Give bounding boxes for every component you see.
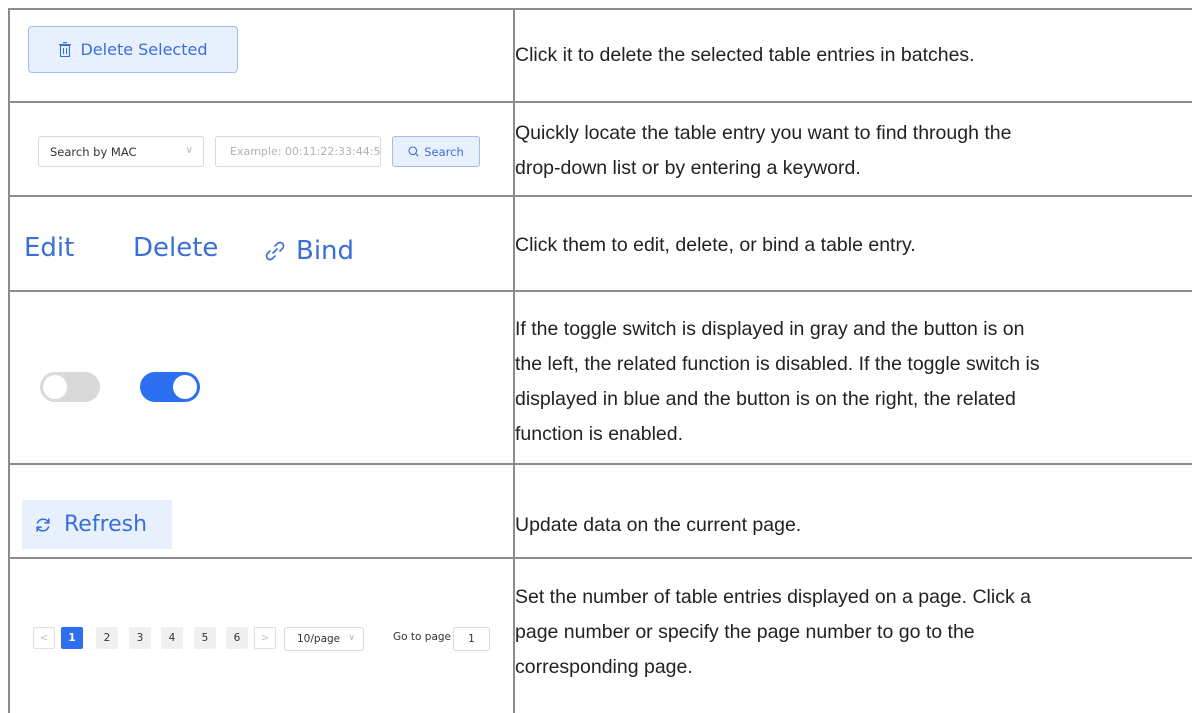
search-icon: [408, 146, 419, 157]
search-button[interactable]: Search: [392, 136, 480, 167]
description-line: Set the number of table entries displaye…: [515, 586, 1031, 608]
goto-page-input[interactable]: [453, 627, 490, 651]
toggle-knob: [43, 375, 67, 399]
description-line: function is enabled.: [515, 423, 684, 445]
description-line: page number or specify the page number t…: [515, 621, 975, 643]
next-page-button[interactable]: >: [254, 627, 276, 649]
page-number-2[interactable]: 2: [96, 627, 118, 649]
chevron-down-icon: ∨: [185, 145, 193, 156]
toggle-switch-on[interactable]: [140, 372, 200, 402]
description-line: drop-down list or by entering a keyword.: [515, 157, 861, 179]
description-line: Quickly locate the table entry you want …: [515, 122, 1012, 144]
delete-link[interactable]: Delete: [133, 230, 218, 266]
page-size-select[interactable]: 10/page ∨: [284, 627, 364, 651]
chevron-left-icon: <: [39, 632, 49, 644]
prev-page-button[interactable]: <: [33, 627, 55, 649]
toggle-knob: [173, 375, 197, 399]
delete-selected-label: Delete Selected: [80, 40, 208, 59]
trash-icon: [59, 42, 72, 57]
delete-selected-button[interactable]: Delete Selected: [28, 26, 238, 73]
description-line: corresponding page.: [515, 656, 693, 678]
page-size-value: 10/page: [297, 633, 341, 645]
row-description: Click it to delete the selected table en…: [515, 44, 975, 66]
row-description: Update data on the current page.: [515, 514, 802, 536]
page-number-6[interactable]: 6: [226, 627, 248, 649]
toggle-switch-off[interactable]: [40, 372, 100, 402]
page-number-3[interactable]: 3: [129, 627, 151, 649]
refresh-icon: [36, 517, 50, 532]
page-number-1[interactable]: 1: [61, 627, 83, 649]
refresh-label: Refresh: [64, 512, 148, 537]
row-description: Click them to edit, delete, or bind a ta…: [515, 234, 916, 256]
bind-link-label: Bind: [296, 236, 355, 266]
bind-link[interactable]: Bind: [264, 233, 354, 269]
table-border-left: [8, 8, 10, 713]
search-type-value: Search by MAC: [50, 144, 137, 159]
description-line: the left, the related function is disabl…: [515, 353, 1040, 375]
row-description: Quickly locate the table entry you want …: [515, 116, 1180, 186]
description-line: If the toggle switch is displayed in gra…: [515, 318, 1025, 340]
search-type-select[interactable]: Search by MAC ∨: [38, 136, 204, 167]
search-button-label: Search: [424, 144, 464, 159]
row-description: If the toggle switch is displayed in gra…: [515, 312, 1180, 452]
refresh-button[interactable]: Refresh: [22, 500, 172, 549]
description-line: displayed in blue and the button is on t…: [515, 388, 1016, 410]
page-number-4[interactable]: 4: [161, 627, 183, 649]
row-description: Set the number of table entries displaye…: [515, 580, 1180, 685]
link-icon: [265, 241, 285, 261]
page-number-5[interactable]: 5: [194, 627, 216, 649]
edit-link[interactable]: Edit: [24, 230, 74, 266]
goto-page-label: Go to page: [393, 631, 452, 643]
chevron-right-icon: >: [260, 632, 270, 644]
mac-search-input[interactable]: [215, 136, 381, 167]
chevron-down-icon: ∨: [348, 633, 355, 643]
